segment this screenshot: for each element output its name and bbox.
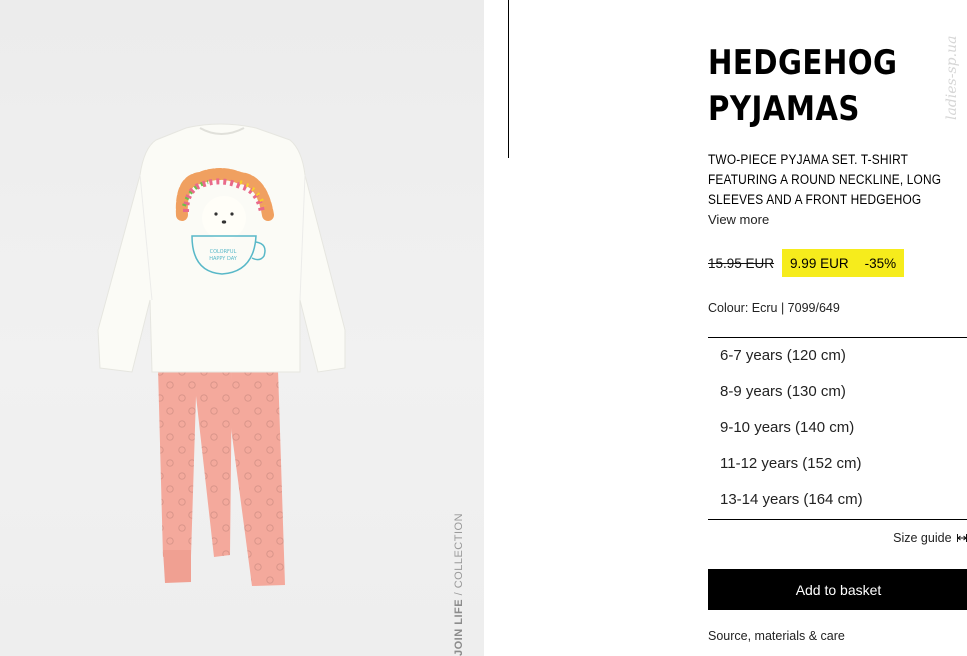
sale-price: 9.99 EUR: [790, 255, 849, 271]
join-life-label: JOIN LIFE: [453, 598, 465, 656]
size-guide-link[interactable]: Size guide: [893, 531, 967, 545]
shirt-text-line-2: HAPPY DAY: [209, 256, 238, 262]
price-row: 15.95 EUR 9.99 EUR -35%: [708, 249, 905, 277]
pyjama-product-image: COLORFUL HAPPY DAY: [97, 123, 346, 586]
old-price: 15.95 EUR: [708, 255, 775, 271]
shirt-text-line-1: COLORFUL: [210, 249, 237, 255]
join-life-collection-label[interactable]: JOIN LIFE / COLLECTION: [453, 513, 465, 656]
collection-label: / COLLECTION: [453, 512, 465, 599]
divider-line: [508, 0, 509, 158]
ruler-arrows-icon: [957, 534, 967, 542]
pyjama-shirt: [97, 123, 346, 373]
colour-reference: Colour: Ecru | 7099/649: [708, 301, 840, 315]
size-option[interactable]: 13-14 years (164 cm): [708, 482, 967, 518]
pyjama-pants: [158, 368, 285, 586]
size-option[interactable]: 9-10 years (140 cm): [708, 410, 967, 446]
product-image-panel[interactable]: COLORFUL HAPPY DAY JOIN LIFE / COLLECTIO…: [0, 0, 484, 656]
size-option[interactable]: 11-12 years (152 cm): [708, 446, 967, 482]
size-guide-label: Size guide: [893, 531, 952, 545]
source-materials-care-link[interactable]: Source, materials & care: [708, 629, 845, 643]
discount-percent: -35%: [864, 255, 897, 271]
view-more-link[interactable]: View more: [708, 212, 769, 227]
watermark: ladies-sp.ua: [944, 35, 960, 120]
product-title: HEDGEHOG PYJAMAS: [708, 43, 898, 129]
size-option[interactable]: 6-7 years (120 cm): [708, 338, 967, 374]
size-list: 6-7 years (120 cm) 8-9 years (130 cm) 9-…: [708, 337, 967, 520]
sale-price-badge: 9.99 EUR -35%: [782, 249, 905, 277]
add-to-basket-button[interactable]: Add to basket: [708, 569, 967, 610]
size-option[interactable]: 8-9 years (130 cm): [708, 374, 967, 410]
product-description: TWO-PIECE PYJAMA SET. T-SHIRT FEATURING …: [708, 152, 942, 207]
